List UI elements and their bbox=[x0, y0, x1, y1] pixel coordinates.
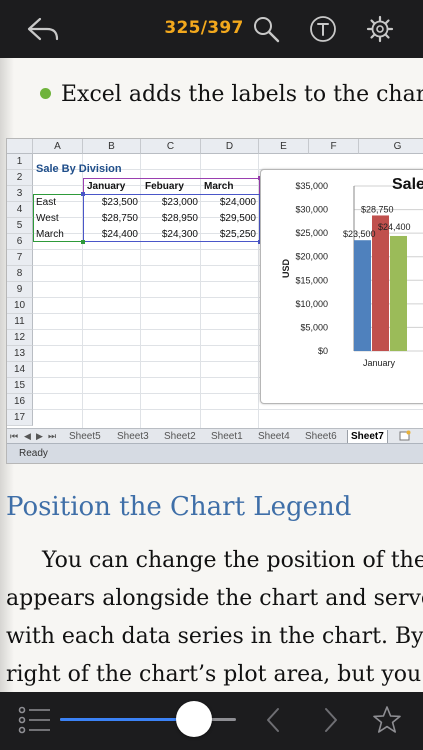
range-handle[interactable] bbox=[81, 192, 85, 196]
section-heading: Position the Chart Legend bbox=[6, 492, 352, 522]
gridline bbox=[33, 409, 423, 410]
page-indicator: 325/397 bbox=[164, 18, 244, 38]
column-header: G bbox=[359, 139, 423, 154]
y-tick-label: $5,000 bbox=[300, 322, 328, 332]
label-range-highlight bbox=[33, 194, 84, 242]
column-header: E bbox=[259, 139, 309, 154]
y-tick-label: $25,000 bbox=[295, 228, 328, 238]
data-label: $28,750 bbox=[361, 204, 394, 214]
header-range-highlight bbox=[83, 178, 260, 195]
y-tick-label: $20,000 bbox=[295, 252, 328, 262]
row-header: 12 bbox=[7, 330, 33, 346]
body-text-line: appears alongside the chart and serve bbox=[6, 586, 423, 611]
sheet-tab[interactable]: Sheet1 bbox=[211, 430, 243, 443]
sheet-tab[interactable]: Sheet5 bbox=[69, 430, 101, 443]
row-header: 10 bbox=[7, 298, 33, 314]
slider-progress bbox=[60, 718, 194, 721]
chevron-right-icon[interactable] bbox=[322, 706, 340, 738]
sheet-title: Sale By Division bbox=[36, 163, 122, 175]
body-text-line: with each data series in the chart. By d bbox=[6, 624, 423, 649]
data-label: $24,400 bbox=[378, 222, 411, 232]
sheet-tab-bar: ⏮ ◀ ▶ ⏭ Sheet5 Sheet3 Sheet2 Sheet1 Shee… bbox=[7, 428, 423, 444]
top-toolbar: 325/397 bbox=[0, 0, 423, 58]
page-slider[interactable] bbox=[60, 701, 236, 737]
star-icon[interactable] bbox=[372, 705, 402, 739]
data-label: $23,500 bbox=[343, 229, 376, 239]
bullet-item: Excel adds the labels to the chart. bbox=[40, 82, 423, 107]
column-header: F bbox=[309, 139, 359, 154]
bullet-dot-icon bbox=[40, 87, 51, 99]
tab-scroll-next-icon[interactable]: ▶ bbox=[36, 430, 43, 443]
select-all-corner bbox=[7, 139, 33, 154]
row-header: 1 bbox=[7, 154, 33, 170]
row-header: 5 bbox=[7, 218, 33, 234]
return-arrow-icon[interactable] bbox=[22, 0, 64, 58]
chevron-left-icon[interactable] bbox=[264, 706, 282, 738]
column-header: A bbox=[33, 139, 83, 154]
row-header: 15 bbox=[7, 378, 33, 394]
row-header: 7 bbox=[7, 250, 33, 266]
y-tick-label: $30,000 bbox=[295, 205, 328, 215]
search-icon[interactable] bbox=[248, 0, 284, 58]
row-header: 6 bbox=[7, 234, 33, 250]
row-header: 16 bbox=[7, 394, 33, 410]
sheet-tab[interactable]: Sheet3 bbox=[117, 430, 149, 443]
tab-scroll-prev-icon[interactable]: ◀ bbox=[24, 430, 31, 443]
column-header: C bbox=[141, 139, 201, 154]
bar-chart: $35,000 $30,000 $25,000 $20,000 $15,000 $10,0… bbox=[281, 176, 423, 368]
y-tick-label: $15,000 bbox=[295, 275, 328, 285]
y-tick-label: $10,000 bbox=[295, 299, 328, 309]
bar bbox=[390, 235, 407, 351]
row-header: 17 bbox=[7, 410, 33, 426]
status-bar: Ready bbox=[7, 443, 423, 463]
chart-title: Sale bbox=[392, 176, 423, 193]
bar bbox=[354, 240, 371, 351]
tab-scroll-first-icon[interactable]: ⏮ bbox=[10, 430, 18, 443]
range-handle[interactable] bbox=[81, 240, 85, 244]
slider-thumb[interactable] bbox=[175, 701, 212, 737]
chart-object[interactable]: $35,000 $30,000 $25,000 $20,000 $15,000 $10,0… bbox=[260, 169, 423, 404]
sheet-tab[interactable]: Sheet6 bbox=[305, 430, 337, 443]
list-icon[interactable] bbox=[18, 705, 52, 739]
row-header: 4 bbox=[7, 202, 33, 218]
x-tick-label: January bbox=[363, 358, 396, 368]
row-header: 2 bbox=[7, 170, 33, 186]
gear-icon[interactable] bbox=[362, 0, 398, 58]
row-header: 8 bbox=[7, 266, 33, 282]
sheet-tab[interactable]: Sheet4 bbox=[258, 430, 290, 443]
status-text: Ready bbox=[19, 448, 48, 459]
row-header: 13 bbox=[7, 346, 33, 362]
excel-screenshot: A B C D E F G 1 2 3 4 5 6 7 8 9 10 11 12… bbox=[6, 138, 423, 464]
bullet-text: Excel adds the labels to the chart. bbox=[61, 82, 423, 107]
column-header: B bbox=[83, 139, 141, 154]
tab-scroll-last-icon[interactable]: ⏭ bbox=[48, 430, 56, 443]
row-header: 11 bbox=[7, 314, 33, 330]
text-format-icon[interactable] bbox=[305, 0, 341, 58]
y-tick-label: $0 bbox=[318, 346, 328, 356]
body-text-line: right of the chart’s plot area, but you … bbox=[6, 662, 423, 687]
value-range-highlight bbox=[83, 194, 260, 242]
sheet-tab-active[interactable]: Sheet7 bbox=[347, 430, 388, 444]
row-header: 9 bbox=[7, 282, 33, 298]
sheet-tab[interactable]: Sheet2 bbox=[164, 430, 196, 443]
book-page: Excel adds the labels to the chart. A B … bbox=[0, 58, 423, 692]
body-text-line: You can change the position of the bbox=[42, 548, 423, 573]
column-header: D bbox=[201, 139, 259, 154]
bottom-toolbar bbox=[0, 692, 423, 750]
y-tick-label: $35,000 bbox=[295, 181, 328, 191]
row-header: 14 bbox=[7, 362, 33, 378]
y-axis-label: USD bbox=[281, 259, 291, 279]
row-header: 3 bbox=[7, 186, 33, 202]
new-sheet-icon[interactable] bbox=[399, 430, 411, 443]
